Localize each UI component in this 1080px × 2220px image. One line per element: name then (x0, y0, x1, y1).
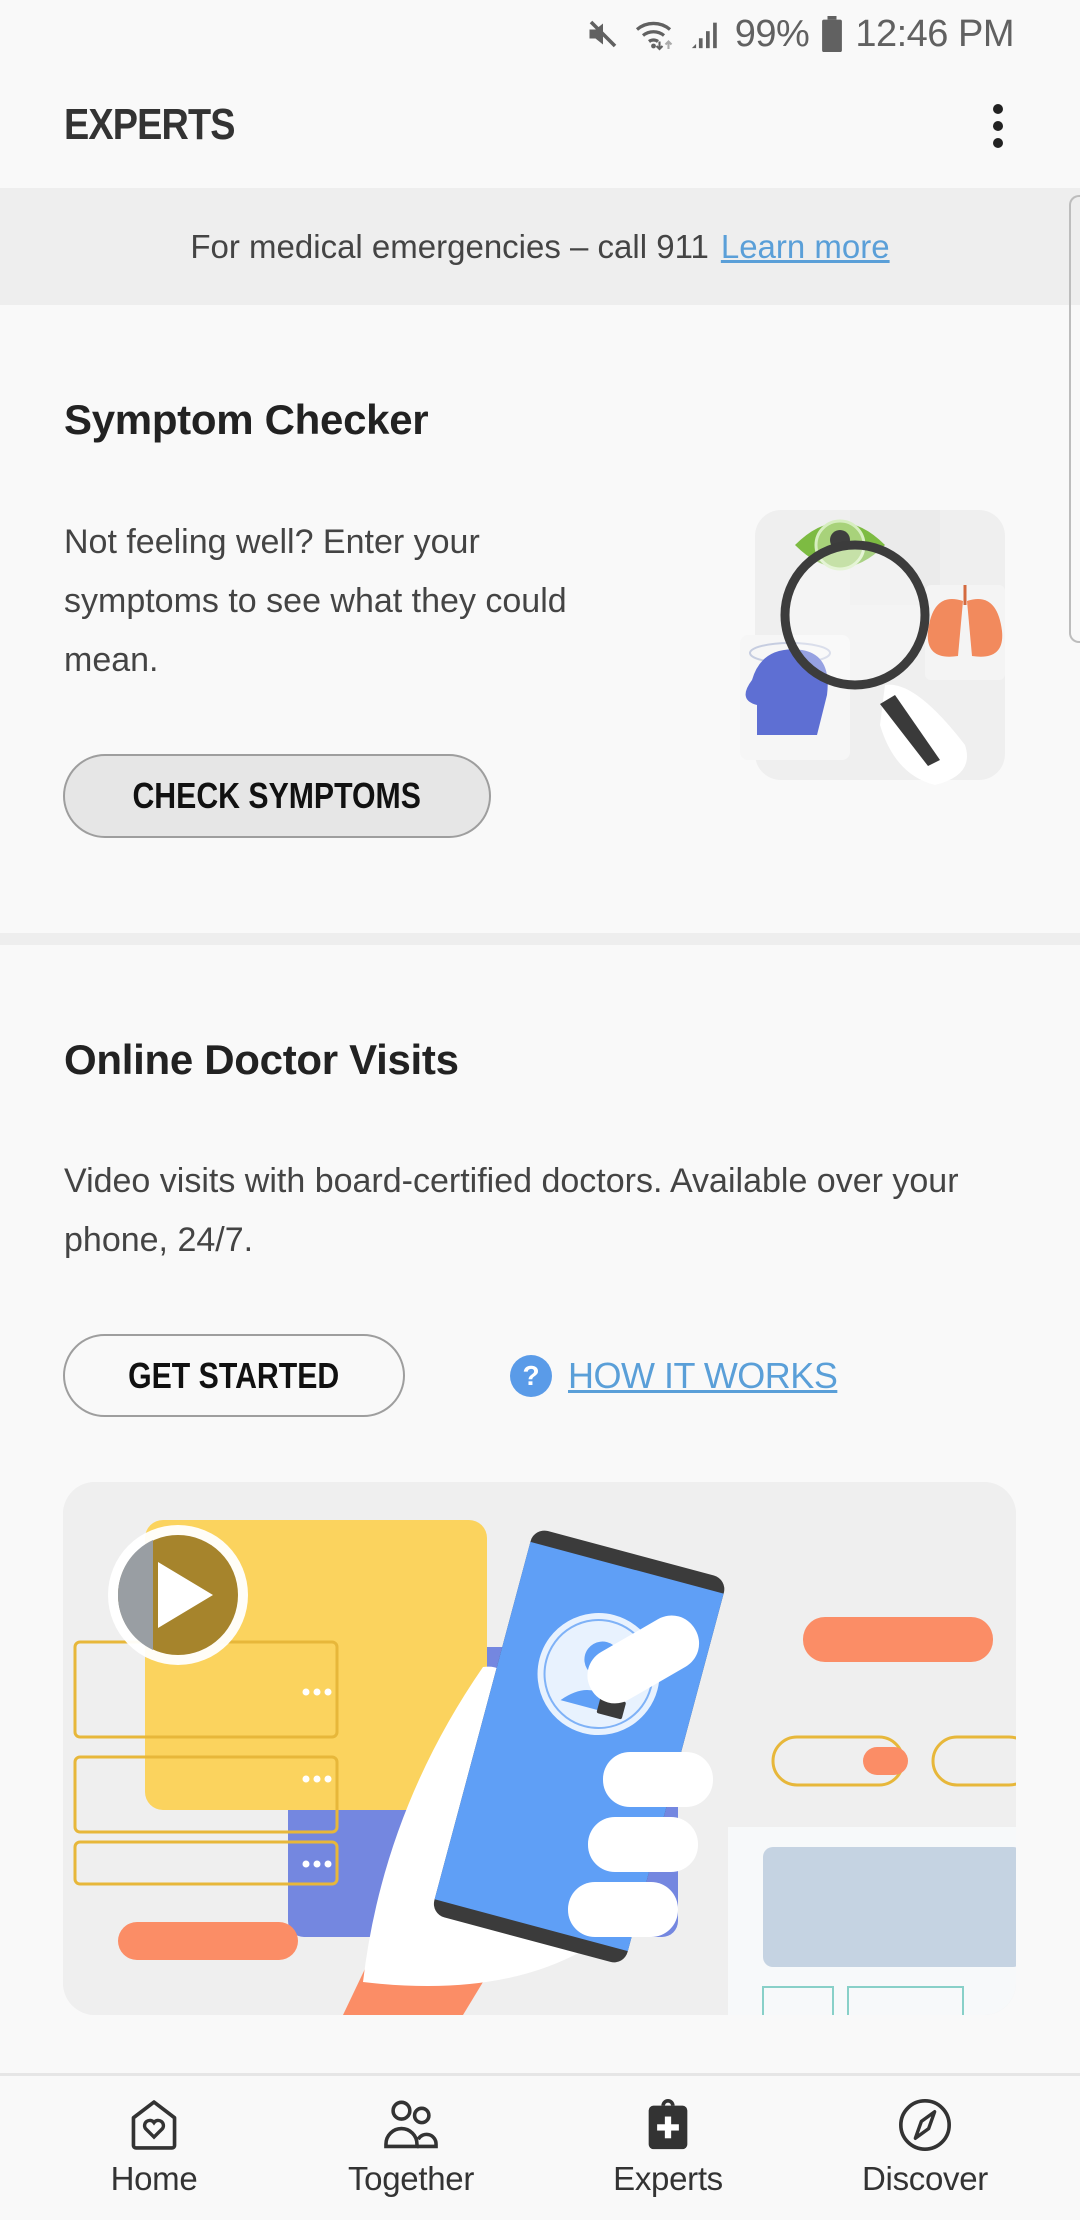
nav-item-discover[interactable]: Discover (825, 2076, 1025, 2220)
symptom-checker-title: Symptom Checker (64, 396, 429, 443)
check-symptoms-button[interactable]: CHECK SYMPTOMS (63, 754, 491, 838)
wifi-icon (635, 21, 673, 51)
section-divider (0, 933, 1080, 945)
edge-panel-handle[interactable] (1069, 195, 1080, 643)
people-icon (384, 2100, 438, 2149)
get-started-button[interactable]: GET STARTED (63, 1334, 405, 1417)
emergency-text: For medical emergencies – call 911 (190, 227, 709, 265)
nav-item-experts[interactable]: Experts (568, 2076, 768, 2220)
mute-icon (589, 20, 617, 48)
medical-kit-icon (648, 2099, 688, 2150)
online-doctor-description: Video visits with board-certified doctor… (64, 1162, 959, 1259)
signal-icon (691, 22, 717, 49)
how-it-works-link[interactable]: ? HOW IT WORKS (510, 1351, 838, 1401)
page-title: EXPERTS (64, 100, 235, 149)
video-preview[interactable] (63, 1482, 1016, 2015)
battery-percent: 99% (734, 12, 810, 55)
nav-label-together: Together (347, 2160, 475, 2197)
nav-item-home[interactable]: Home (54, 2076, 254, 2220)
help-icon: ? (510, 1355, 552, 1397)
learn-more-link[interactable]: Learn more (721, 228, 890, 266)
more-vert-dot (993, 121, 1003, 131)
emergency-banner: For medical emergencies – call 911 Learn… (0, 188, 1080, 305)
clock: 12:46 PM (855, 12, 1014, 55)
check-symptoms-label: CHECK SYMPTOMS (132, 775, 422, 816)
nav-item-together[interactable]: Together (311, 2076, 511, 2220)
more-vert-icon (993, 104, 1003, 114)
more-options-button[interactable] (974, 96, 1022, 156)
more-vert-dot (993, 138, 1003, 148)
doctor-video-illustration (63, 1482, 1016, 2015)
compass-icon (899, 2099, 951, 2151)
symptom-checker-description: Not feeling well? Enter your symptoms to… (64, 523, 567, 679)
bottom-navigation: Home Together Experts Discover (0, 2073, 1080, 2220)
nav-label-discover: Discover (862, 2160, 988, 2197)
play-button-icon (108, 1525, 248, 1665)
battery-icon (822, 16, 843, 52)
online-doctor-title: Online Doctor Visits (64, 1036, 459, 1083)
status-bar: 99% 12:46 PM (0, 0, 1080, 70)
symptom-checker-illustration (740, 510, 1005, 785)
how-it-works-label: HOW IT WORKS (568, 1355, 838, 1396)
home-heart-icon (131, 2100, 177, 2150)
nav-label-home: Home (110, 2160, 198, 2197)
get-started-label: GET STARTED (128, 1354, 340, 1396)
nav-label-experts: Experts (613, 2160, 723, 2197)
